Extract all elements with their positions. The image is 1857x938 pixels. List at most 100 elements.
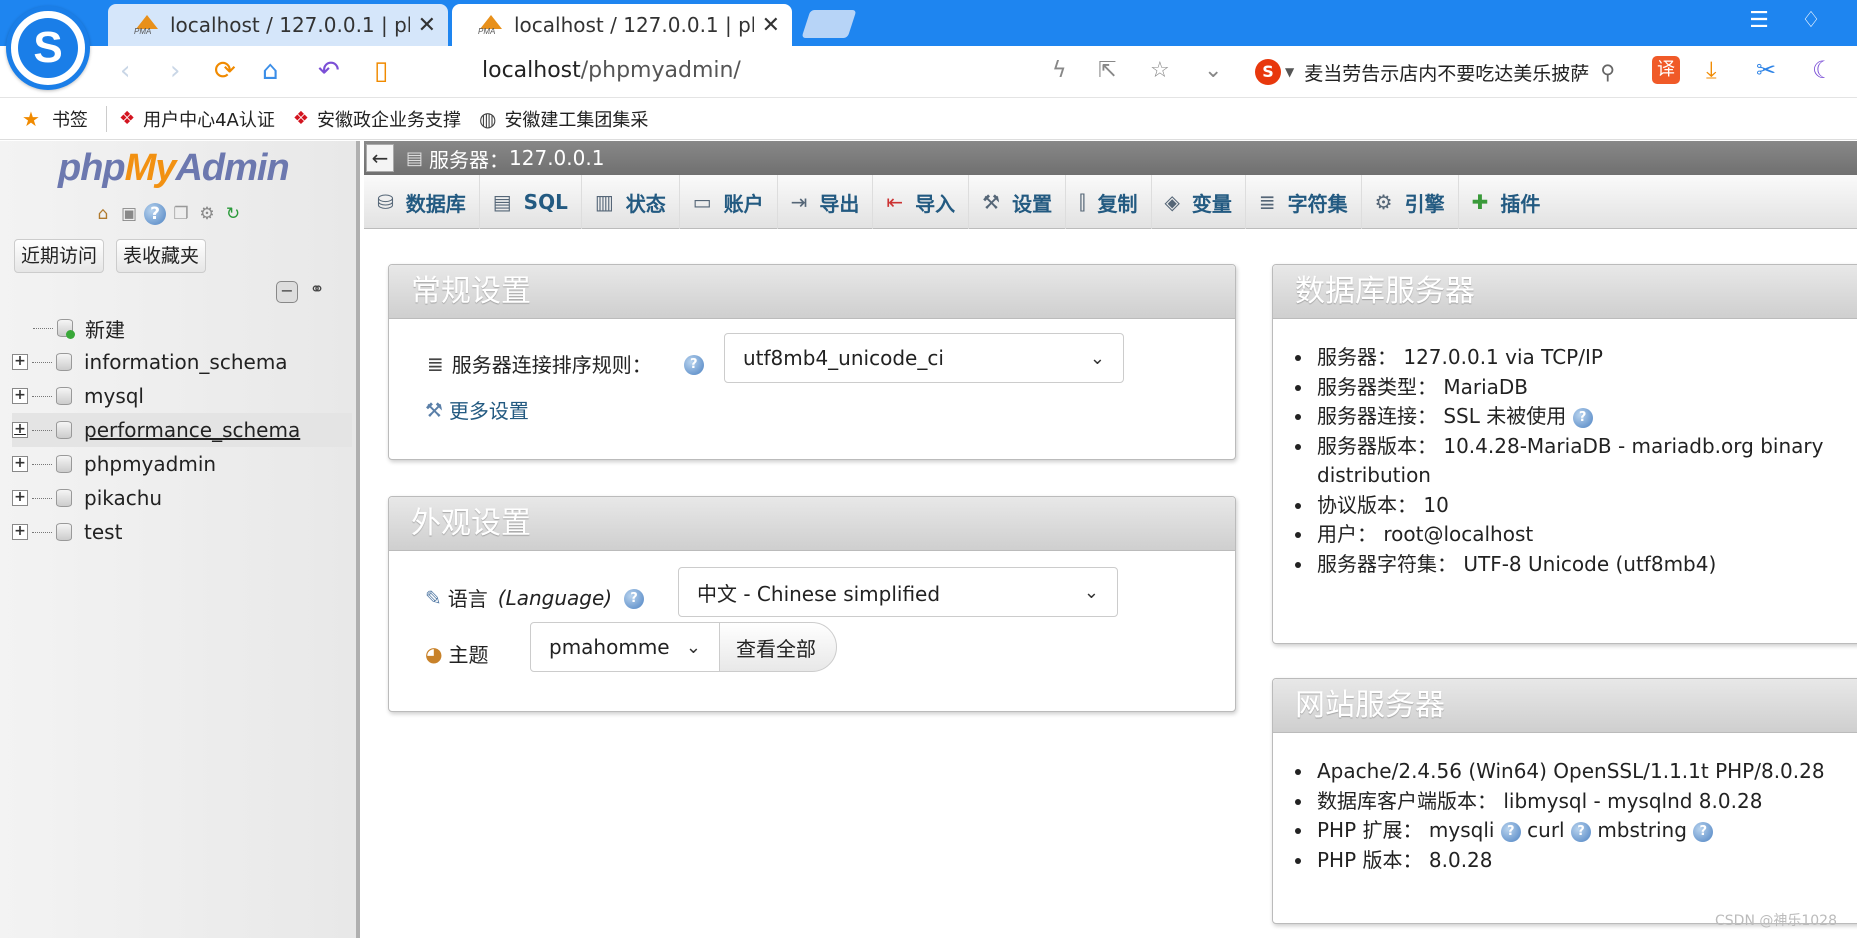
help-icon[interactable]: ?	[144, 203, 166, 225]
database-item-phpmyadmin[interactable]: + phpmyadmin	[12, 447, 352, 481]
palette-icon: ◕	[425, 641, 443, 666]
translate-icon[interactable]: 译	[1652, 56, 1680, 84]
collapse-nav-icon[interactable]: ←	[366, 144, 394, 172]
reload-icon[interactable]: ↻	[222, 203, 244, 225]
help-icon[interactable]: ?	[624, 586, 645, 610]
panel-title: 网站服务器	[1273, 679, 1857, 733]
skin-icon[interactable]: ♢	[1796, 8, 1826, 33]
back-icon[interactable]: ‹	[120, 56, 130, 86]
bookmark-folder[interactable]: ★ 书签	[0, 106, 88, 132]
home-icon[interactable]: ⌂	[92, 203, 114, 225]
database-item-performance_schema[interactable]: + performance_schema	[12, 413, 352, 447]
tab-engines[interactable]: ⚙ 引擎	[1362, 175, 1459, 229]
tab-charsets[interactable]: ≣ 字符集	[1246, 175, 1362, 229]
star-icon[interactable]: ☆	[1150, 58, 1170, 83]
url-field[interactable]: localhost/phpmyadmin/	[482, 58, 741, 83]
expand-icon[interactable]: +	[12, 490, 28, 506]
more-settings-link[interactable]: 更多设置	[449, 395, 529, 424]
link-icon[interactable]: ⚭	[306, 281, 328, 303]
server-breadcrumb: ← ▤ 服务器： 127.0.0.1	[364, 141, 1857, 175]
expand-icon[interactable]: +	[12, 456, 28, 472]
language-label-en: (Language)	[497, 585, 613, 610]
reader-icon[interactable]: ▯	[374, 56, 388, 86]
moon-icon[interactable]: ☾	[1812, 56, 1834, 84]
database-name: performance_schema	[84, 418, 301, 442]
expand-icon[interactable]: +	[12, 422, 28, 438]
database-item-mysql[interactable]: + mysql	[12, 379, 352, 413]
globe-icon: ◍	[478, 106, 497, 131]
chevron-down-icon: ⌄	[1089, 347, 1105, 369]
close-tab-icon[interactable]: ✕	[418, 13, 436, 38]
info-php-extensions: PHP 扩展： mysqli ? curl ? mbstring ?	[1287, 816, 1847, 846]
browser-tab-1[interactable]: localhost / 127.0.0.1 | phpMyAdmin ✕	[108, 4, 448, 46]
menu-icon[interactable]: ☰	[1744, 8, 1774, 33]
bookmarks-bar: ★ 书签 ❖ 用户中心4A认证 ❖ 安徽政企业务支撑 ◍ 安徽建工集团集采	[0, 98, 1857, 140]
url-path: /phpmyadmin/	[580, 58, 741, 83]
scissors-icon[interactable]: ✂	[1756, 56, 1776, 84]
pma-logo[interactable]: phpMyAdmin	[58, 147, 290, 190]
search-engine-icon[interactable]: S	[1255, 59, 1281, 85]
gear-icon[interactable]: ⚙	[196, 203, 218, 225]
view-all-button[interactable]: 查看全部	[719, 622, 837, 672]
docs-icon[interactable]: ❐	[170, 203, 192, 225]
info-server-type: 服务器类型： MariaDB	[1287, 373, 1847, 403]
help-icon[interactable]: ?	[1500, 818, 1521, 842]
expand-icon[interactable]: +	[12, 354, 28, 370]
favorites-button[interactable]: 表收藏夹	[116, 239, 207, 273]
search-icon[interactable]: ⚲	[1600, 60, 1615, 84]
expand-icon[interactable]: +	[12, 524, 28, 540]
bookmark-item[interactable]: ❖ 安徽政企业务支撑	[293, 106, 461, 132]
help-icon[interactable]: ?	[1572, 404, 1593, 428]
theme-select[interactable]: pmahomme ⌄	[530, 622, 720, 672]
bookmark-item[interactable]: ❖ 用户中心4A认证	[119, 106, 275, 132]
caret-down-icon[interactable]: ▼	[1285, 65, 1294, 79]
tab-status[interactable]: ▥ 状态	[582, 175, 680, 229]
tab-databases[interactable]: ⛁ 数据库	[364, 175, 480, 229]
database-icon: ⛁	[377, 190, 394, 214]
wrench-icon: ⚒	[982, 190, 1001, 214]
refresh-icon[interactable]: ⟳	[214, 56, 236, 86]
watermark: CSDN @神乐1028	[1715, 913, 1837, 929]
new-tab-button[interactable]	[801, 10, 857, 38]
share-icon[interactable]: ⇱	[1098, 58, 1116, 83]
knot-icon: ❖	[118, 108, 136, 129]
language-select[interactable]: 中文 - Chinese simplified ⌄	[678, 567, 1118, 617]
home-icon[interactable]: ⌂	[262, 56, 279, 86]
language-row: ✎ 语言 (Language) ?	[425, 583, 645, 612]
database-item-test[interactable]: + test	[12, 515, 352, 549]
browser-logo[interactable]: S	[6, 6, 90, 90]
browser-tab-2[interactable]: localhost / 127.0.0.1 | phpMyAdmin ✕	[452, 4, 792, 46]
bookmark-label: 安徽建工集团集采	[504, 109, 649, 131]
download-icon[interactable]: ⤓	[1706, 56, 1717, 84]
undo-close-icon[interactable]: ↶	[318, 56, 340, 86]
tab-export[interactable]: ⇥ 导出	[778, 175, 874, 229]
tree-branch	[32, 429, 52, 431]
database-item-information_schema[interactable]: + information_schema	[12, 345, 352, 379]
forward-icon[interactable]: ›	[170, 56, 180, 86]
bookmark-item[interactable]: ◍ 安徽建工集团集采	[479, 106, 648, 132]
tab-import[interactable]: ⇤ 导入	[873, 175, 970, 229]
close-tab-icon[interactable]: ✕	[762, 13, 780, 38]
tab-variables[interactable]: ◈ 变量	[1152, 175, 1246, 229]
search-box[interactable]: S ▼ 麦当劳告示店内不要吃达美乐披萨 ⚲	[1255, 54, 1615, 90]
tab-sql[interactable]: ▤ SQL	[480, 175, 582, 229]
collation-select[interactable]: utf8mb4_unicode_ci ⌄	[724, 333, 1124, 383]
expand-icon[interactable]: +	[12, 388, 28, 404]
logout-icon[interactable]: ▣	[118, 203, 140, 225]
help-icon[interactable]: ?	[683, 352, 704, 376]
tab-plugins[interactable]: ✚ 插件	[1459, 175, 1554, 229]
lightning-icon[interactable]: ϟ	[1052, 58, 1067, 83]
tab-settings[interactable]: ⚒ 设置	[969, 175, 1067, 229]
tab-accounts[interactable]: ▭ 账户	[680, 175, 778, 229]
help-icon[interactable]: ?	[1693, 818, 1714, 842]
new-database-item[interactable]: 新建	[12, 311, 352, 345]
chevron-down-icon[interactable]: ⌄	[1204, 58, 1222, 83]
collapse-all-icon[interactable]: −	[276, 281, 298, 303]
database-item-pikachu[interactable]: + pikachu	[12, 481, 352, 515]
puzzle-icon: ✚	[1471, 190, 1489, 214]
tab-replication[interactable]: ⫿ 复制	[1066, 175, 1152, 229]
server-name-link[interactable]: 127.0.0.1	[509, 146, 604, 170]
help-icon[interactable]: ?	[1570, 818, 1591, 842]
tree-branch	[32, 463, 52, 465]
recent-button[interactable]: 近期访问	[14, 239, 105, 273]
